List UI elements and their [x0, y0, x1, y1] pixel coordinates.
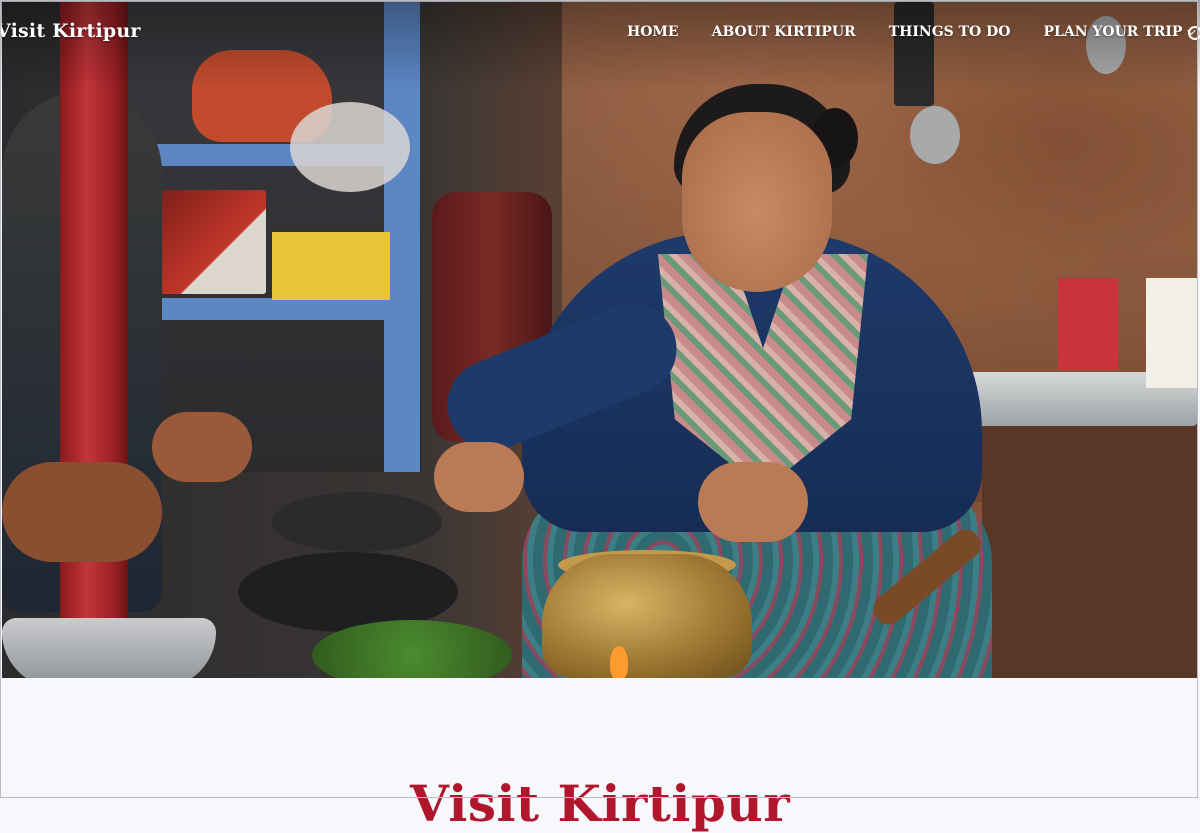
- nav-item-label: THINGS TO DO: [888, 24, 1011, 40]
- search-icon[interactable]: [1188, 26, 1200, 40]
- nav-item-things-to-do[interactable]: THINGS TO DO: [889, 24, 1011, 40]
- hero-arm: [2, 462, 162, 562]
- hero-box: [272, 232, 390, 300]
- hero-woman-hand: [434, 442, 524, 512]
- page-title: Visit Kirtipur: [409, 773, 791, 833]
- hero-bowl: [2, 618, 216, 678]
- hero-product: [1058, 278, 1118, 370]
- site-logo[interactable]: Visit Kirtipur: [0, 20, 141, 42]
- hero-brass-pot: [542, 554, 752, 678]
- nav-item-plan-your-trip[interactable]: PLAN YOUR TRIP: [1043, 24, 1197, 40]
- nav-shade: [0, 0, 1200, 90]
- hero-greens: [312, 620, 512, 678]
- hero-woman-hand: [698, 462, 808, 542]
- hero-lower-wall: [982, 422, 1198, 678]
- hero-product: [1146, 278, 1198, 388]
- nav-item-home[interactable]: HOME: [627, 24, 679, 40]
- hero-arm: [152, 412, 252, 482]
- nav-item-label: HOME: [627, 24, 679, 40]
- hero-woman-face: [682, 112, 832, 292]
- main-nav: HOME ABOUT KIRTIPUR THINGS TO DO PLAN YO…: [620, 24, 1200, 40]
- hero-shelf-board: [122, 298, 402, 320]
- hero-ladle: [910, 106, 960, 164]
- nav-item-label: PLAN YOUR TRIP: [1043, 24, 1183, 40]
- hero-pan: [272, 492, 442, 552]
- hero-jar: [154, 190, 266, 294]
- hero-flame: [610, 646, 628, 678]
- hero-pole: [60, 2, 128, 678]
- hero-bag: [290, 102, 410, 192]
- nav-item-label: ABOUT KIRTIPUR: [711, 24, 856, 40]
- hero-image: [2, 2, 1198, 678]
- nav-item-about-kirtipur[interactable]: ABOUT KIRTIPUR: [712, 24, 856, 40]
